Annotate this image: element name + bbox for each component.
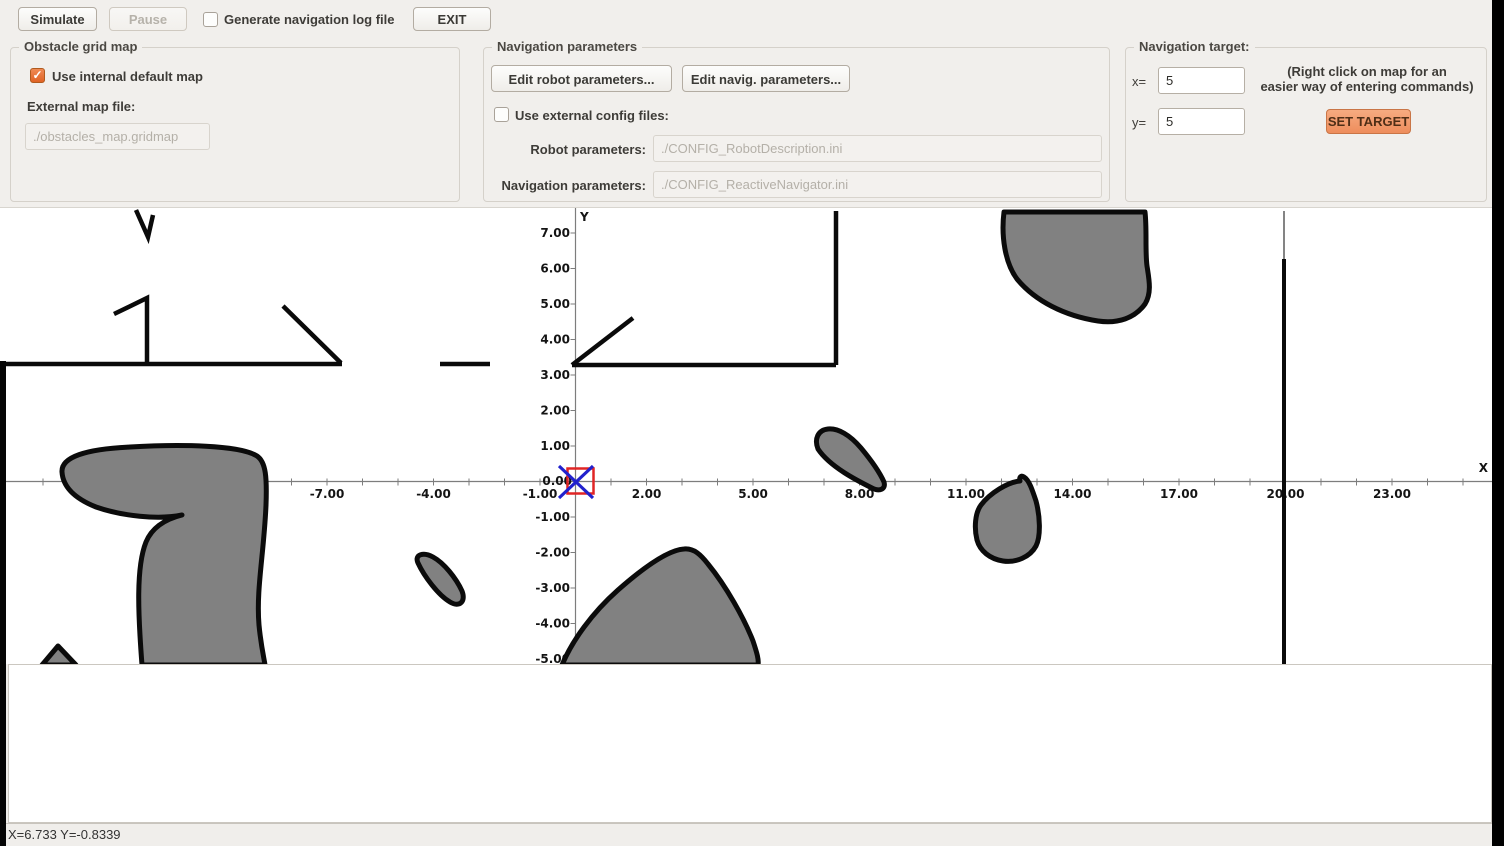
map-obstacle	[417, 554, 463, 604]
map-plot-panel[interactable]: -13.00-10.00-7.00-4.00-1.002.005.008.001…	[0, 207, 1492, 664]
pause-button: Pause	[109, 7, 187, 31]
y-tick-label: 2.00	[540, 404, 570, 418]
map-wall	[572, 318, 633, 365]
desktop-edge	[1492, 0, 1504, 846]
main-window: Simulate Pause Generate navigation log f…	[0, 0, 1492, 846]
navigation-parameters-group: Navigation parameters Edit robot paramet…	[483, 47, 1110, 202]
x-tick-label: -4.00	[416, 487, 451, 501]
y-tick-label: -1.00	[535, 510, 570, 524]
edit-navig-parameters-button[interactable]: Edit navig. parameters...	[682, 65, 850, 92]
navigation-parameters-input: ./CONFIG_ReactiveNavigator.ini	[653, 171, 1102, 198]
map-obstacle	[816, 429, 884, 490]
y-tick-label: 1.00	[540, 439, 570, 453]
x-tick-label: -1.00	[523, 487, 558, 501]
use-external-config-label: Use external config files:	[515, 108, 669, 123]
x-tick-label: -7.00	[310, 487, 345, 501]
y-tick-label: -2.00	[535, 546, 570, 560]
telemetry-plot-panel	[8, 664, 1492, 823]
status-bar: X=6.733 Y=-0.8339	[0, 823, 1492, 846]
navigation-target-group: Navigation target: x= 5 y= 5 (Right clic…	[1125, 47, 1487, 202]
external-map-file-input: ./obstacles_map.gridmap	[25, 123, 210, 150]
x-axis-name: X	[1479, 461, 1489, 475]
map-plot[interactable]: -13.00-10.00-7.00-4.00-1.002.005.008.001…	[0, 208, 1492, 665]
y-tick-label: 4.00	[540, 333, 570, 347]
y-tick-label: 7.00	[540, 226, 570, 240]
target-x-label: x=	[1132, 74, 1146, 89]
use-external-config-checkbox[interactable]	[494, 107, 509, 122]
map-obstacle	[1003, 212, 1149, 322]
obstacle-grid-map-group: Obstacle grid map ✓ Use internal default…	[10, 47, 460, 202]
target-y-label: y=	[1132, 115, 1146, 130]
map-wall	[114, 298, 147, 364]
target-y-input[interactable]: 5	[1158, 108, 1245, 135]
target-hint-line2: easier way of entering commands)	[1251, 79, 1483, 94]
target-hint-text: (Right click on map for an easier way of…	[1251, 64, 1483, 94]
y-axis-name: Y	[579, 210, 589, 224]
set-target-button[interactable]: SET TARGET	[1326, 109, 1411, 134]
y-tick-label: 5.00	[540, 297, 570, 311]
map-obstacle	[62, 446, 266, 665]
robot-parameters-input: ./CONFIG_RobotDescription.ini	[653, 135, 1102, 162]
x-tick-label: 17.00	[1160, 487, 1198, 501]
app-screen: Simulate Pause Generate navigation log f…	[0, 0, 1504, 846]
x-tick-label: 2.00	[632, 487, 662, 501]
navigation-parameters-label: Navigation parameters:	[484, 178, 646, 193]
target-hint-line1: (Right click on map for an	[1251, 64, 1483, 79]
use-internal-map-label: Use internal default map	[52, 69, 203, 84]
x-tick-label: 14.00	[1054, 487, 1092, 501]
generate-log-label: Generate navigation log file	[224, 12, 394, 27]
external-map-file-label: External map file:	[27, 99, 135, 114]
map-wall	[283, 306, 341, 363]
cursor-coordinates: X=6.733 Y=-0.8339	[8, 827, 121, 842]
x-tick-label: 5.00	[738, 487, 768, 501]
y-tick-label: -4.00	[535, 617, 570, 631]
y-tick-label: 6.00	[540, 262, 570, 276]
target-x-input[interactable]: 5	[1158, 67, 1245, 94]
target-group-title: Navigation target:	[1134, 39, 1255, 54]
obstacle-group-title: Obstacle grid map	[19, 39, 142, 54]
edit-robot-parameters-button[interactable]: Edit robot parameters...	[491, 65, 672, 92]
nav-params-group-title: Navigation parameters	[492, 39, 642, 54]
generate-log-checkbox[interactable]	[203, 12, 218, 27]
robot-parameters-label: Robot parameters:	[484, 142, 646, 157]
map-left-boundary-wall	[0, 361, 6, 846]
x-tick-label: 11.00	[947, 487, 985, 501]
map-obstacle	[562, 549, 758, 665]
x-tick-label: 23.00	[1373, 487, 1411, 501]
use-internal-map-checkbox[interactable]: ✓	[30, 68, 45, 83]
y-tick-label: 3.00	[540, 368, 570, 382]
map-wall	[136, 210, 153, 237]
map-obstacle	[42, 646, 76, 665]
simulate-button[interactable]: Simulate	[18, 7, 97, 31]
exit-button[interactable]: EXIT	[413, 7, 491, 31]
y-tick-label: -3.00	[535, 581, 570, 595]
